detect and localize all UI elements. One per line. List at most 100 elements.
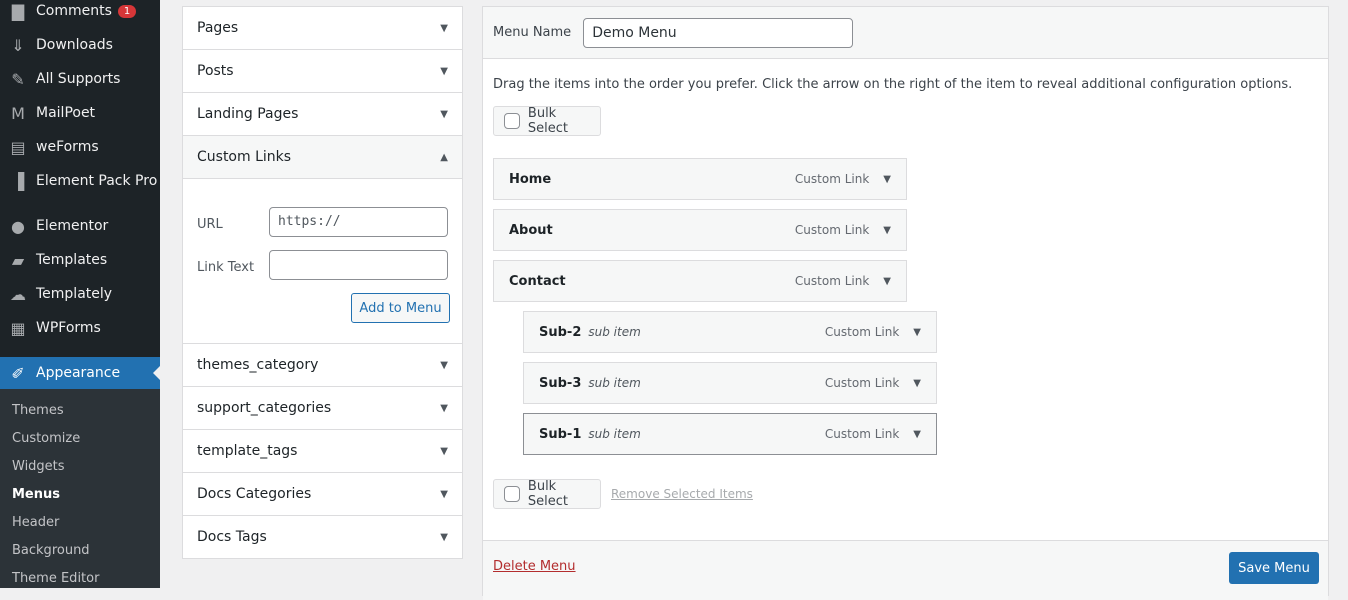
- submenu-header[interactable]: Header: [12, 515, 59, 530]
- submenu-menus[interactable]: Menus: [12, 487, 60, 502]
- sidebar-item-appearance[interactable]: ✐ Appearance: [0, 357, 160, 389]
- pin-icon: ✎: [11, 69, 25, 89]
- menu-item-type: Custom Link: [794, 223, 870, 237]
- arrow-down-icon[interactable]: ▼: [883, 276, 891, 287]
- accordion-title: Posts: [197, 63, 234, 79]
- bulk-select-top[interactable]: Bulk Select: [493, 106, 601, 136]
- menu-item-type: Custom Link: [824, 376, 900, 390]
- accordion-themes-category[interactable]: themes_category ▼: [183, 344, 462, 387]
- folder-icon: ▰: [11, 250, 25, 270]
- arrow-down-icon[interactable]: ▼: [440, 360, 448, 371]
- link-text-input[interactable]: [269, 250, 448, 280]
- sidebar-item-templately[interactable]: ☁ Templately: [0, 277, 160, 311]
- menu-item-home[interactable]: Home Custom Link ▼: [493, 158, 907, 200]
- accordion-title: Pages: [197, 20, 239, 36]
- sidebar-item-elementor[interactable]: ● Elementor: [0, 209, 160, 243]
- sidebar-item-label: Appearance: [36, 365, 121, 381]
- sidebar-item-element-pack-pro[interactable]: ▐ Element Pack Pro: [0, 164, 160, 198]
- menu-item-title: About: [509, 222, 553, 238]
- arrow-down-icon[interactable]: ▼: [913, 327, 921, 338]
- sidebar-item-comments[interactable]: ▇ Comments 1: [0, 0, 160, 28]
- sidebar-item-label: WPForms: [36, 320, 101, 336]
- sidebar-item-label: Templates: [36, 252, 108, 268]
- menu-name-label: Menu Name: [493, 25, 572, 40]
- sidebar-item-mailpoet[interactable]: M MailPoet: [0, 96, 160, 130]
- accordion-landing-pages[interactable]: Landing Pages ▼: [183, 93, 462, 136]
- arrow-down-icon[interactable]: ▼: [440, 23, 448, 34]
- accordion-pages[interactable]: Pages ▼: [183, 7, 462, 50]
- bulk-select-bottom[interactable]: Bulk Select: [493, 479, 601, 509]
- menu-name-input[interactable]: [583, 17, 854, 48]
- menu-structure-panel: Menu Name Drag the items into the order …: [482, 6, 1329, 600]
- submenu-customize[interactable]: Customize: [12, 431, 80, 446]
- sidebar-item-label: Templately: [36, 286, 113, 302]
- bulk-select-label: Bulk Select: [527, 106, 569, 136]
- arrow-down-icon[interactable]: ▼: [883, 225, 891, 236]
- sidebar-item-all-supports[interactable]: ✎ All Supports: [0, 62, 160, 96]
- submenu-themes[interactable]: Themes: [12, 403, 64, 418]
- accordion-title: Custom Links: [197, 149, 292, 165]
- sidebar-item-label: weForms: [36, 139, 99, 155]
- mailpoet-icon: M: [11, 103, 25, 123]
- accordion-custom-links[interactable]: Custom Links ▲: [183, 136, 462, 179]
- sidebar-item-label: Comments: [36, 3, 112, 19]
- add-to-menu-button[interactable]: Add to Menu: [351, 293, 450, 323]
- menu-item-sub-3[interactable]: Sub-3 sub item Custom Link ▼: [523, 362, 937, 404]
- arrow-down-icon[interactable]: ▼: [440, 489, 448, 500]
- menu-item-about[interactable]: About Custom Link ▼: [493, 209, 907, 251]
- menu-item-contact[interactable]: Contact Custom Link ▼: [493, 260, 907, 302]
- sidebar-item-label: Element Pack Pro: [36, 173, 158, 189]
- accordion-title: Docs Categories: [197, 486, 312, 502]
- add-menu-items-panel: Pages ▼ Posts ▼ Landing Pages ▼ Custom Links ▲ U…: [182, 6, 463, 559]
- arrow-down-icon[interactable]: ▼: [440, 403, 448, 414]
- sidebar-item-label: Elementor: [36, 218, 109, 234]
- checkbox[interactable]: [504, 486, 520, 502]
- appearance-submenu: Themes Customize Widgets Menus Header Backgro…: [0, 389, 160, 588]
- arrow-down-icon[interactable]: ▼: [440, 66, 448, 77]
- arrow-down-icon[interactable]: ▼: [440, 532, 448, 543]
- arrow-down-icon[interactable]: ▼: [913, 378, 921, 389]
- menu-item-type: Custom Link: [824, 427, 900, 441]
- sidebar-item-weforms[interactable]: ▤ weForms: [0, 130, 160, 164]
- sidebar-item-wpforms[interactable]: ▦ WPForms: [0, 311, 160, 345]
- menu-item-sub-1[interactable]: Sub-1 sub item Custom Link ▼: [523, 413, 937, 455]
- comment-count-badge: 1: [117, 4, 137, 18]
- sidebar-item-label: All Supports: [36, 71, 121, 87]
- url-input[interactable]: https://: [269, 207, 448, 237]
- instructions: Drag the items into the order you prefer…: [493, 77, 1293, 92]
- menu-footer: Delete Menu Save Menu: [483, 540, 1328, 600]
- comment-icon: ▇: [11, 1, 25, 21]
- submenu-background[interactable]: Background: [12, 543, 90, 558]
- menu-item-title: Sub-3: [539, 375, 582, 391]
- menu-item-title: Sub-2: [539, 324, 582, 340]
- custom-links-form: URL https:// Link Text Add to Menu: [183, 179, 462, 344]
- arrow-down-icon[interactable]: ▼: [440, 109, 448, 120]
- url-label: URL: [197, 217, 223, 232]
- delete-menu-link[interactable]: Delete Menu: [493, 559, 576, 574]
- checkbox[interactable]: [504, 113, 520, 129]
- submenu-theme-editor[interactable]: Theme Editor: [12, 571, 99, 586]
- menu-item-sub-2[interactable]: Sub-2 sub item Custom Link ▼: [523, 311, 937, 353]
- accordion-title: Landing Pages: [197, 106, 299, 122]
- sidebar-item-templates[interactable]: ▰ Templates: [0, 243, 160, 277]
- submenu-widgets[interactable]: Widgets: [12, 459, 65, 474]
- accordion-docs-tags[interactable]: Docs Tags ▼: [183, 516, 462, 559]
- menu-item-subtitle: sub item: [588, 427, 641, 441]
- save-menu-button[interactable]: Save Menu: [1229, 552, 1319, 584]
- admin-sidebar: ▇ Comments 1 ⇓ Downloads ✎ All Supports M MailPo…: [0, 0, 160, 588]
- menu-item-type: Custom Link: [794, 172, 870, 186]
- arrow-down-icon[interactable]: ▼: [440, 446, 448, 457]
- accordion-template-tags[interactable]: template_tags ▼: [183, 430, 462, 473]
- accordion-posts[interactable]: Posts ▼: [183, 50, 462, 93]
- accordion-support-categories[interactable]: support_categories ▼: [183, 387, 462, 430]
- arrow-down-icon[interactable]: ▼: [883, 174, 891, 185]
- arrow-up-icon[interactable]: ▲: [440, 152, 448, 163]
- sidebar-item-downloads[interactable]: ⇓ Downloads: [0, 28, 160, 62]
- arrow-down-icon[interactable]: ▼: [913, 429, 921, 440]
- accordion-docs-categories[interactable]: Docs Categories ▼: [183, 473, 462, 516]
- weforms-icon: ▤: [10, 137, 26, 157]
- accordion-title: Docs Tags: [197, 529, 267, 545]
- menu-header: Menu Name: [483, 7, 1328, 59]
- paintbrush-icon: ✐: [11, 363, 25, 383]
- remove-selected-link[interactable]: Remove Selected Items: [611, 487, 753, 501]
